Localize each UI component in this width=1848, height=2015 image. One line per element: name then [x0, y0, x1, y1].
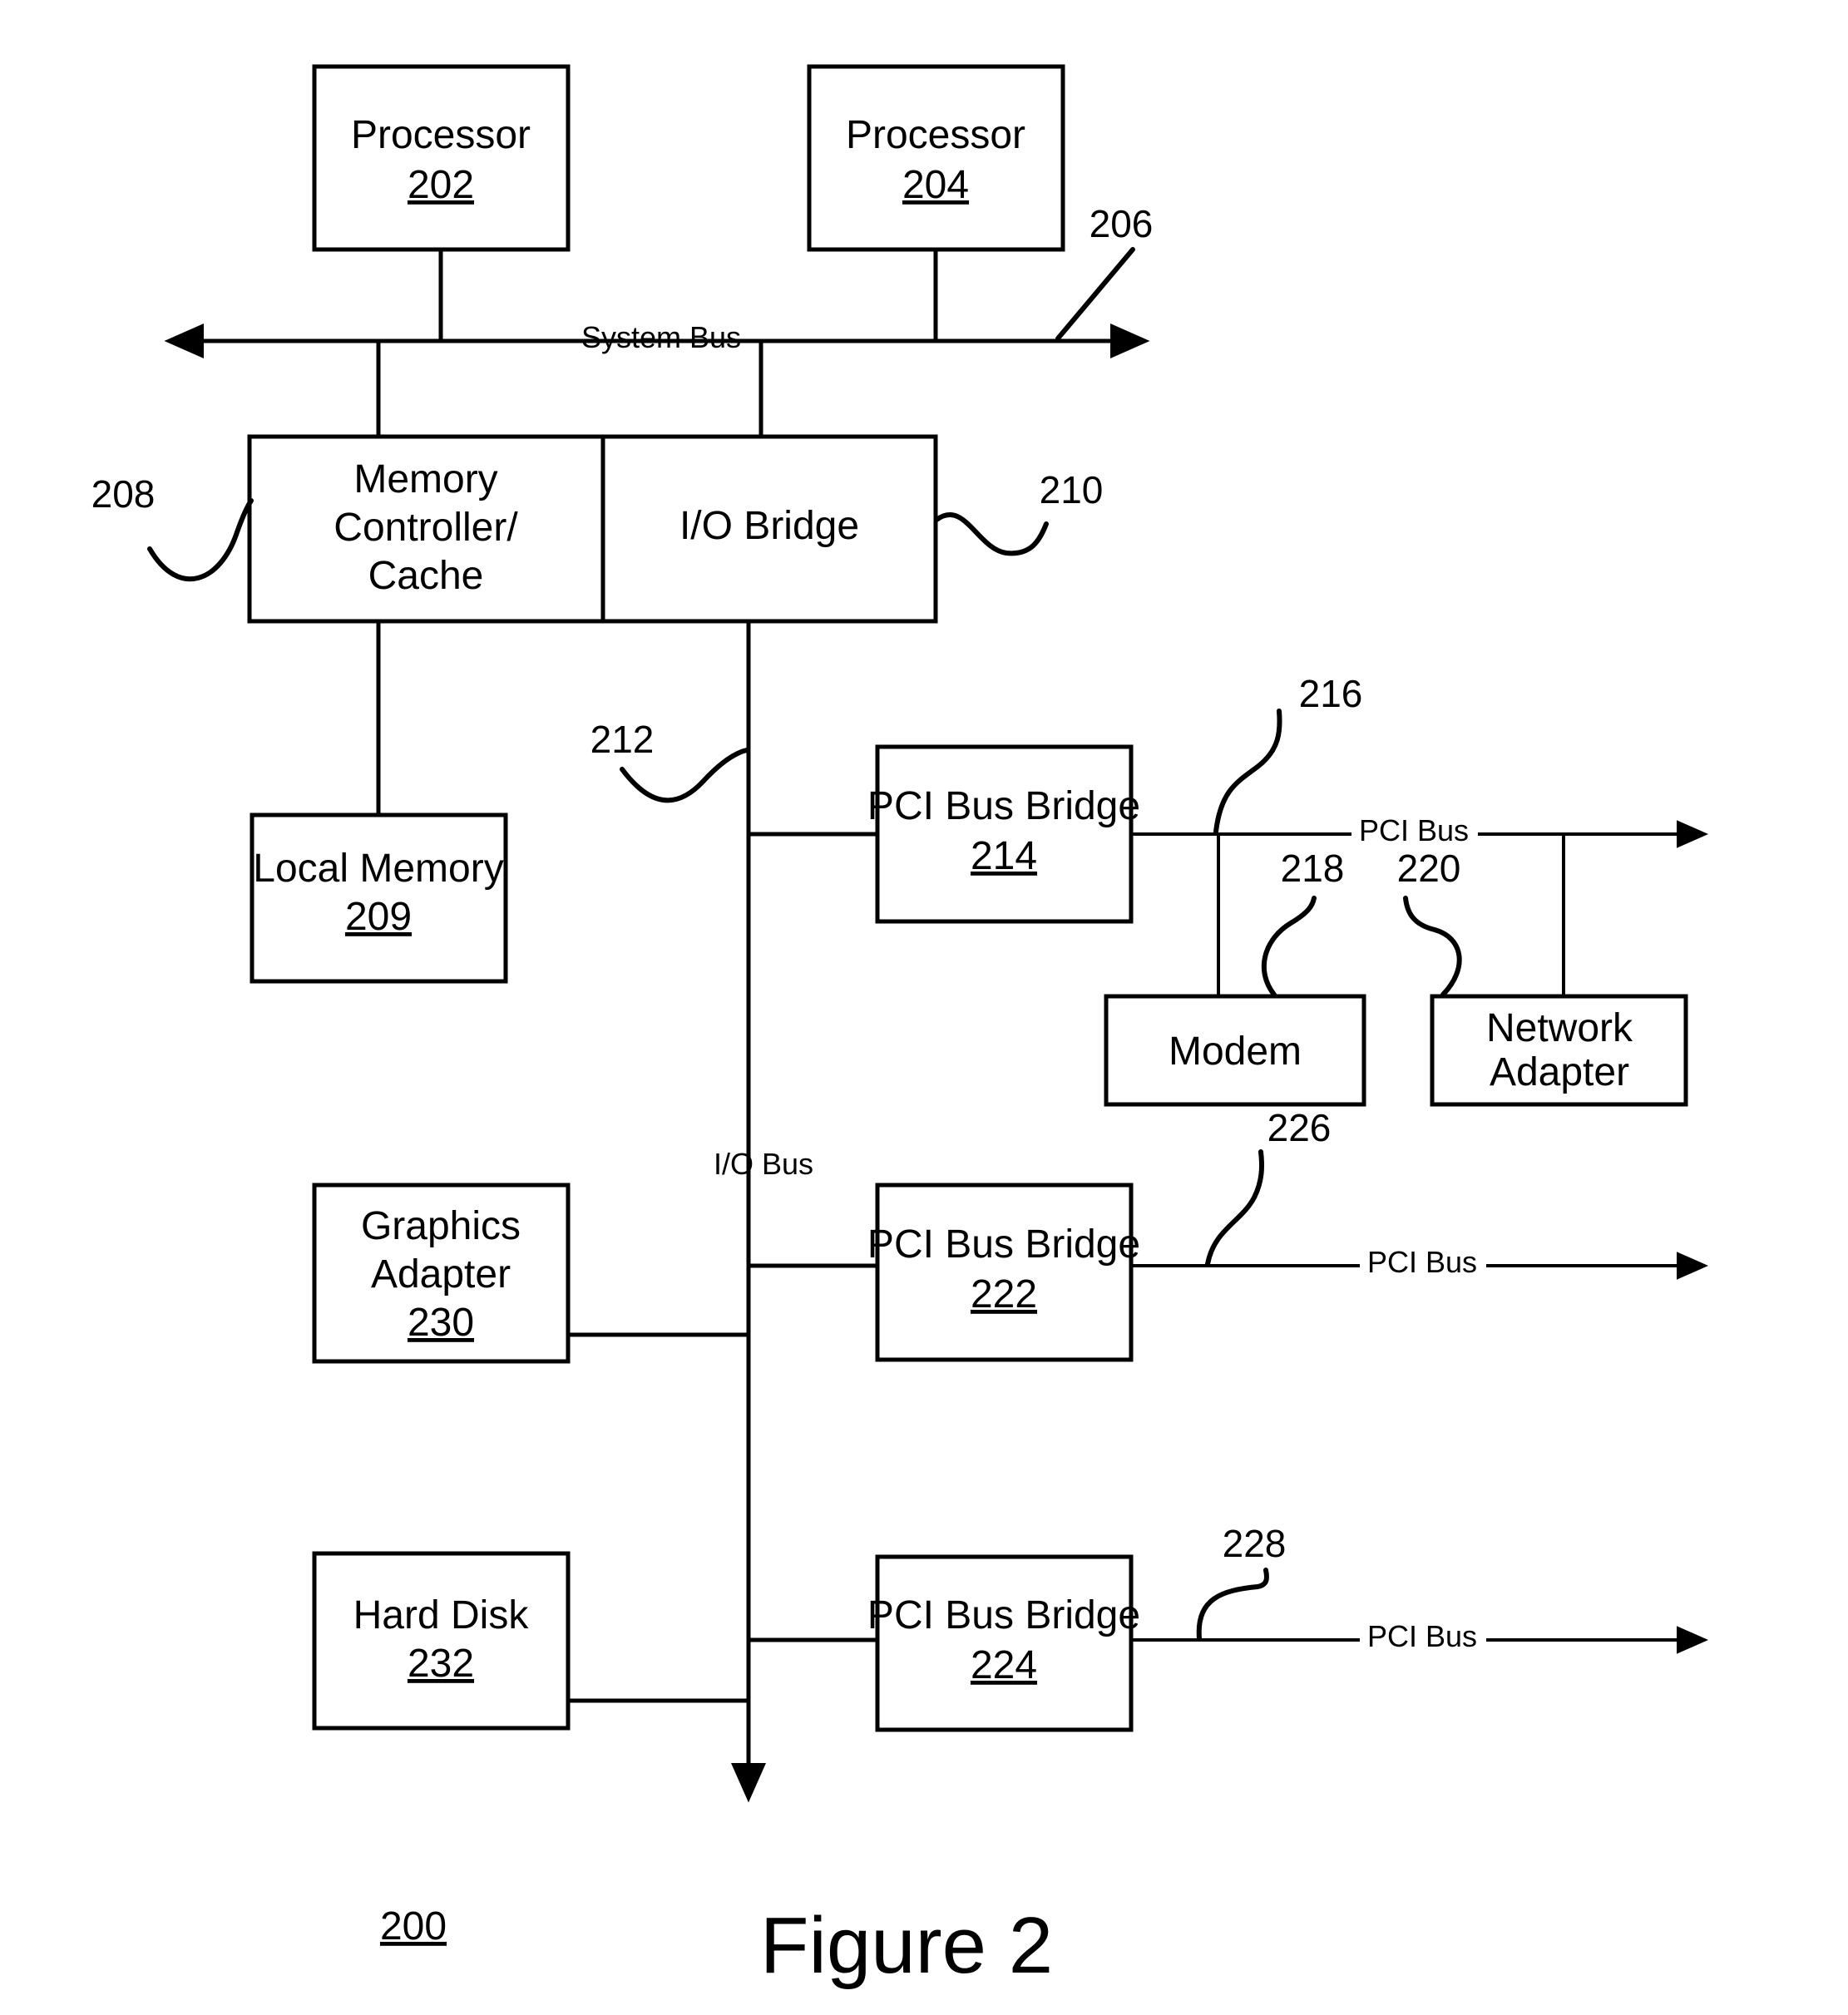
- io-bridge-label: I/O Bridge: [679, 504, 859, 548]
- ref-208-label: 208: [91, 472, 156, 516]
- network-adapter-label-line2: Adapter: [1490, 1050, 1629, 1094]
- pci-bus-top-label: PCI Bus: [1359, 813, 1469, 847]
- ref-210-label: 210: [1040, 468, 1104, 511]
- pci-bus-bridge-214-ref: 214: [971, 834, 1037, 878]
- graphics-adapter-ref: 230: [408, 1301, 474, 1345]
- ref-228-leader-line: [1196, 1568, 1269, 1641]
- processor-202-label: Processor: [351, 113, 531, 157]
- memory-controller-label-line3: Cache: [368, 554, 484, 598]
- local-memory-label: Local Memory: [253, 847, 503, 891]
- ref-212-label: 212: [590, 718, 655, 761]
- processor-204-label: Processor: [846, 113, 1025, 157]
- ref-206-leader-line: [1055, 247, 1135, 341]
- ref-206-label: 206: [1090, 202, 1154, 245]
- ref-216-label: 216: [1299, 672, 1363, 715]
- local-memory-ref: 209: [345, 895, 412, 939]
- ref-226-label: 226: [1267, 1106, 1332, 1149]
- pci-bus-bridge-222-ref: 222: [971, 1272, 1037, 1316]
- memory-controller-label-line1: Memory: [353, 457, 497, 501]
- ref-208-leader-line: [147, 498, 254, 582]
- processor-204-ref: 204: [902, 163, 969, 207]
- patent-figure-2: Processor 202 Processor 204 System Bus 2…: [0, 0, 1848, 2015]
- pci-bus-bridge-214-label: PCI Bus Bridge: [867, 784, 1140, 828]
- graphics-adapter-label-line2: Adapter: [371, 1252, 511, 1296]
- hard-disk-box: [312, 1551, 571, 1731]
- processor-204-box: [807, 64, 1065, 252]
- block-diagram-svg: Processor 202 Processor 204 System Bus 2…: [91, 64, 1708, 1990]
- memory-controller-label-line2: Controller/: [334, 506, 518, 550]
- pci-bus-middle-label: PCI Bus: [1367, 1245, 1477, 1279]
- ref-218-leader-line: [1261, 896, 1317, 997]
- modem-label: Modem: [1169, 1030, 1302, 1074]
- io-bus-label: I/O Bus: [714, 1147, 813, 1181]
- ref-226-leader-line: [1205, 1149, 1264, 1267]
- ref-220-label: 220: [1397, 847, 1461, 890]
- system-ref-200: 200: [380, 1904, 447, 1948]
- ref-216-leader-line: [1213, 709, 1282, 834]
- pci-bus-bottom-label: PCI Bus: [1367, 1619, 1477, 1653]
- ref-210-leader-line: [934, 511, 1049, 556]
- processor-202-box: [312, 64, 571, 252]
- pci-bus-bridge-224-label: PCI Bus Bridge: [867, 1593, 1140, 1637]
- ref-220-leader-line: [1403, 896, 1462, 997]
- hard-disk-ref: 232: [408, 1642, 474, 1686]
- system-bus-label: System Bus: [581, 320, 741, 354]
- pci-bus-bridge-224-ref: 224: [971, 1643, 1037, 1687]
- ref-228-label: 228: [1223, 1522, 1287, 1565]
- hard-disk-label: Hard Disk: [353, 1593, 530, 1637]
- ref-218-label: 218: [1281, 847, 1345, 890]
- graphics-adapter-label-line1: Graphics: [361, 1204, 521, 1248]
- pci-bus-bridge-222-label: PCI Bus Bridge: [867, 1222, 1140, 1267]
- figure-caption: Figure 2: [760, 1901, 1053, 1990]
- processor-202-ref: 202: [408, 163, 474, 207]
- network-adapter-label-line1: Network: [1486, 1006, 1633, 1050]
